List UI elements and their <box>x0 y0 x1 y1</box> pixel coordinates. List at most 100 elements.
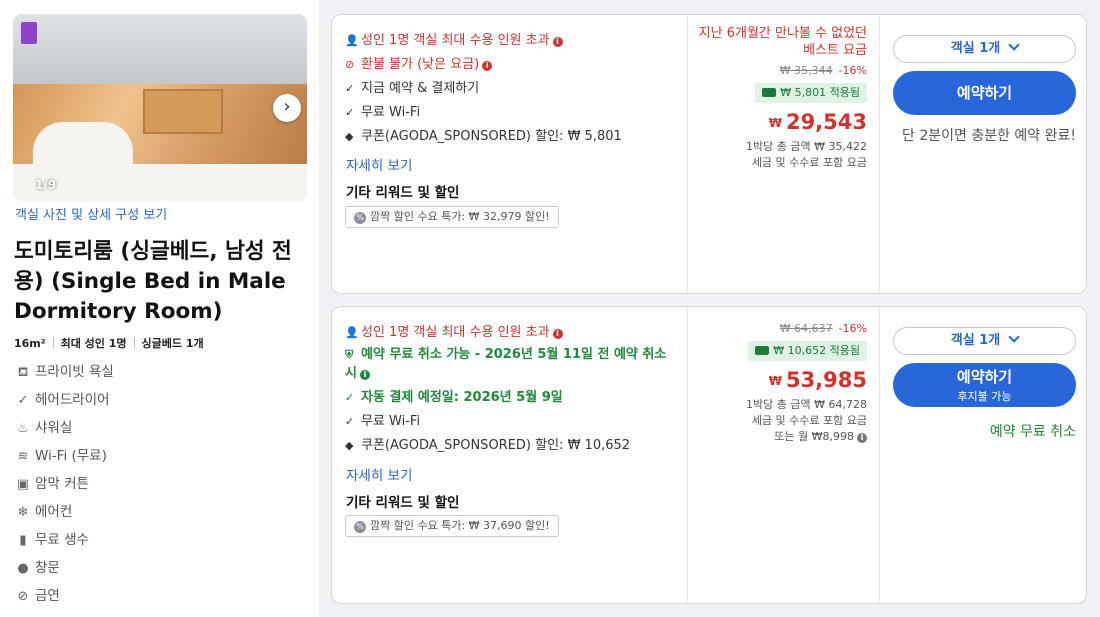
booking-column: 객실 1개 예약하기 후지불 가능 예약 무료 취소 <box>879 307 1088 603</box>
wifi-icon: ≋ <box>17 449 29 464</box>
chevron-down-icon <box>1008 39 1020 51</box>
best-rate-text: 지난 6개월간 만나볼 수 없었던 베스트 요금 <box>698 26 867 58</box>
no-refund-icon: ⊘ <box>345 58 355 71</box>
offer-card-1: 👤 성인 1명 객실 최대 수용 인원 초과 i ⊘ 환불 불가 (낮은 요금) i ✓… <box>331 14 1087 294</box>
room-photo[interactable]: › 1/9 <box>13 14 307 201</box>
tag-icon: ◆ <box>345 130 354 143</box>
chevron-right-icon[interactable]: › <box>273 94 301 122</box>
info-icon[interactable]: i <box>552 37 563 47</box>
free-cancellation-note: 예약 무료 취소 <box>989 424 1076 440</box>
photo-wall <box>13 14 307 84</box>
discount-percent: -16% <box>838 64 867 77</box>
monthly-payment: 또는 월 ₩8,998 i <box>774 429 867 445</box>
photo-pillow <box>33 122 133 177</box>
original-price: ₩ 64,637 <box>779 322 833 335</box>
person-icon: 👤 <box>345 326 359 339</box>
chevron-down-icon <box>1008 331 1020 343</box>
offer-card-2: 👤 성인 1명 객실 최대 수용 인원 초과 i ⛨ 예약 무료 취소 가능 - 20… <box>331 306 1087 604</box>
other-rewards-heading: 기타 리워드 및 할인 <box>346 495 460 511</box>
photo-counter: 1/9 <box>35 178 57 192</box>
room-bed-type: 싱글베드 1개 <box>141 337 204 350</box>
discount-percent: -16% <box>838 322 867 335</box>
amenity-item: ⊘ 금연 <box>15 584 60 604</box>
toilet-icon: ⛾ <box>17 365 29 380</box>
no-smoking-icon: ⊘ <box>17 589 29 604</box>
promo-badge: % 깜짝 할인 수요 특가: ₩ 32,979 할인! <box>345 206 559 228</box>
original-price-row: ₩ 64,637 -16% <box>780 322 867 335</box>
book-button[interactable]: 예약하기 후지불 가능 <box>893 363 1076 407</box>
pay-later-label: 후지불 가능 <box>957 390 1012 403</box>
original-price-row: ₩ 35,344 -16% <box>780 64 867 77</box>
offer-details: 👤 성인 1명 객실 최대 수용 인원 초과 i ⛨ 예약 무료 취소 가능 - 20… <box>332 307 687 603</box>
room-quantity-select[interactable]: 객실 1개 <box>893 35 1076 63</box>
refund-policy: ⊘ 환불 불가 (낮은 요금) i <box>345 53 493 72</box>
coupon-applied-badge: ₩ 5,801 적용됨 <box>755 83 867 103</box>
free-cancellation: ⛨ 예약 무료 취소 가능 - 2026년 5월 11일 전 예약 취소 시i <box>345 347 667 381</box>
shield-check-icon: ⛨ <box>345 348 354 361</box>
person-icon: 👤 <box>345 34 359 47</box>
other-rewards-heading: 기타 리워드 및 할인 <box>346 185 460 201</box>
percent-icon: % <box>354 212 366 224</box>
tax-note: 세금 및 수수료 포함 요금 <box>751 414 867 427</box>
amenity-item: ▣ 암막 커튼 <box>16 476 89 492</box>
ticket-icon <box>762 88 777 97</box>
feature-item: ✓ 지금 예약 & 결제하기 <box>345 81 480 96</box>
amenity-item: ● 창문 <box>15 556 60 576</box>
occupancy-warning: 👤 성인 1명 객실 최대 수용 인원 초과 i <box>345 29 563 48</box>
check-icon: ✓ <box>345 82 355 95</box>
tag-icon: ◆ <box>345 439 354 452</box>
room-specs: 16m² 최대 성인 1명 싱글베드 1개 <box>14 335 204 351</box>
details-link[interactable]: 자세히 보기 <box>346 464 412 484</box>
photo-cabinet <box>143 89 223 134</box>
coupon-applied-badge: ₩ 10,652 적용됨 <box>748 341 867 361</box>
coupon-line: ◆ 쿠폰(AGODA_SPONSORED) 할인: ₩ 10,652 <box>345 438 631 453</box>
price-column: ₩ 64,637 -16% ₩ 10,652 적용됨 ₩53,985 1박당 총 … <box>687 307 879 603</box>
total-per-night: 1박당 총 금액 ₩ 35,422 <box>746 140 867 153</box>
coupon-line: ◆ 쿠폰(AGODA_SPONSORED) 할인: ₩ 5,801 <box>345 129 622 144</box>
book-button[interactable]: 예약하기 <box>893 71 1076 115</box>
room-size: 16m² <box>14 337 46 350</box>
final-price: ₩53,985 <box>768 368 867 392</box>
occupancy-warning: 👤 성인 1명 객실 최대 수용 인원 초과 i <box>345 321 563 340</box>
ticket-icon <box>755 346 770 355</box>
booking-note: 단 2분이면 충분한 예약 완료! <box>902 128 1076 144</box>
info-icon[interactable]: i <box>482 61 493 71</box>
check-icon: ✓ <box>345 415 355 428</box>
amenity-item: ⛾ 프라이빗 욕실 <box>15 360 114 382</box>
feature-item: ✓ 무료 Wi-Fi <box>345 105 421 120</box>
percent-icon: % <box>354 521 366 533</box>
info-icon[interactable]: i <box>359 370 370 380</box>
details-link[interactable]: 자세히 보기 <box>346 154 412 174</box>
room-max-occupancy: 최대 성인 1명 <box>60 337 127 350</box>
auto-payment-date: ✓ 자동 결제 예정일: 2026년 5월 9일 <box>345 390 563 405</box>
check-icon: ✓ <box>345 391 355 404</box>
window-icon: ● <box>17 561 29 576</box>
amenity-item: ❄ 에어컨 <box>15 500 73 520</box>
amenity-item: ▮ 무료 생수 <box>15 528 89 548</box>
final-price: ₩29,543 <box>768 110 867 134</box>
room-photo-link[interactable]: 객실 사진 및 상세 구성 보기 <box>15 204 167 223</box>
shower-icon: ♨ <box>17 421 29 436</box>
amenity-item: ♨ 샤워실 <box>15 416 72 436</box>
blackout-curtain-icon: ▣ <box>16 477 30 492</box>
room-summary-panel: › 1/9 객실 사진 및 상세 구성 보기 도미토리룸 (싱글베드, 남성 전… <box>0 0 319 617</box>
water-bottle-icon: ▮ <box>19 533 27 548</box>
offer-details: 👤 성인 1명 객실 최대 수용 인원 초과 i ⊘ 환불 불가 (낮은 요금) i ✓… <box>332 15 687 293</box>
feature-item: ✓ 무료 Wi-Fi <box>345 414 421 429</box>
photo-badge <box>21 22 37 44</box>
booking-column: 객실 1개 예약하기 단 2분이면 충분한 예약 완료! <box>879 15 1088 293</box>
price-column: 지난 6개월간 만나볼 수 없었던 베스트 요금 ₩ 35,344 -16% ₩ … <box>687 15 879 293</box>
check-icon: ✓ <box>345 106 355 119</box>
check-icon: ✓ <box>17 393 29 408</box>
aircon-icon: ❄ <box>17 505 29 520</box>
total-per-night: 1박당 총 금액 ₩ 64,728 <box>746 398 867 411</box>
room-title: 도미토리룸 (싱글베드, 남성 전용) (Single Bed in Male … <box>14 239 292 324</box>
info-icon[interactable]: i <box>857 433 867 443</box>
info-icon[interactable]: i <box>552 329 563 339</box>
promo-badge: % 깜짝 할인 수요 특가: ₩ 37,690 할인! <box>345 515 559 537</box>
room-quantity-select[interactable]: 객실 1개 <box>893 327 1076 355</box>
amenity-item: ✓ 헤어드라이어 <box>15 388 110 408</box>
original-price: ₩ 35,344 <box>779 64 833 77</box>
tax-note: 세금 및 수수료 포함 요금 <box>751 156 867 169</box>
amenity-item: ≋ Wi-Fi (무료) <box>15 444 107 464</box>
